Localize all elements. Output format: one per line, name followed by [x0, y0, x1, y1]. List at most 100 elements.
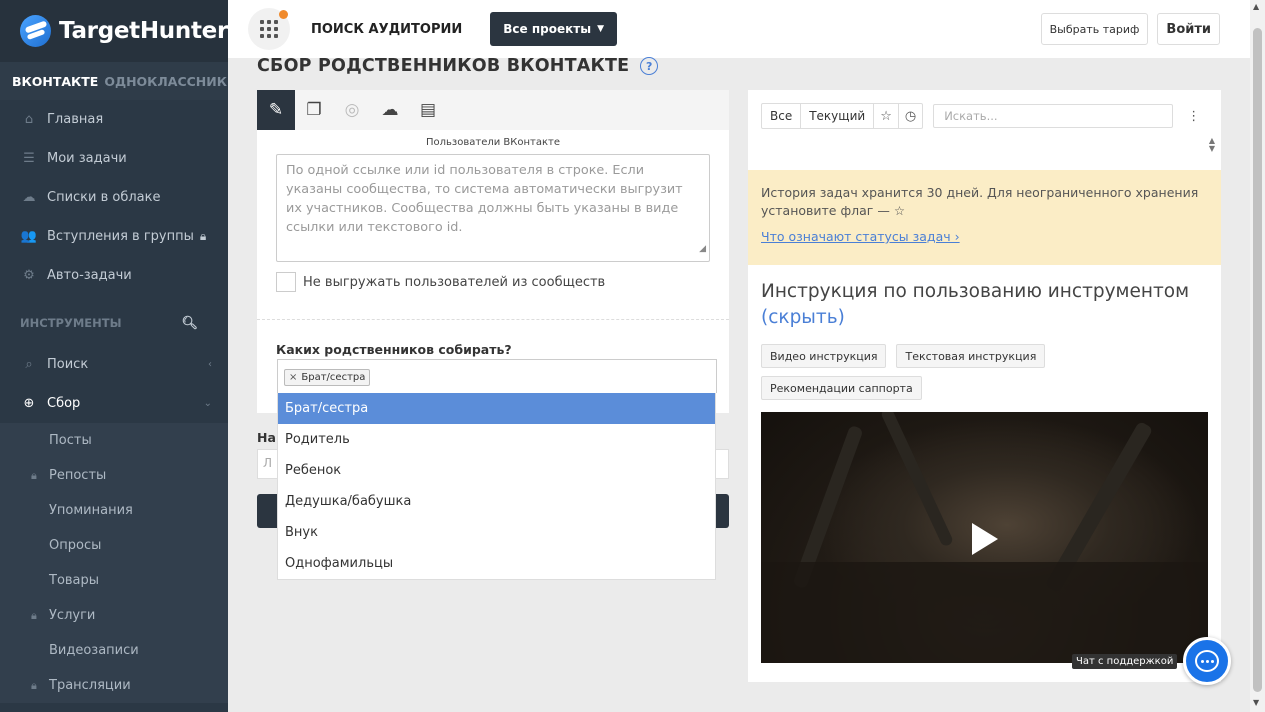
caret-down-icon: ▼ — [597, 24, 604, 34]
zoom-plus-icon: ⊕ — [23, 396, 35, 411]
text-instruction-button[interactable]: Текстовая инструкция — [896, 344, 1046, 368]
selected-tag[interactable]: × Брат/сестра — [284, 369, 371, 386]
submenu-item-label: Видеозаписи — [49, 643, 139, 658]
divider — [257, 319, 729, 320]
submenu-item-services[interactable]: 🔒︎ Услуги — [0, 598, 228, 633]
dropdown-option[interactable]: Однофамильцы — [278, 548, 715, 579]
resize-grip-icon[interactable]: ◢ — [699, 240, 706, 259]
video-instruction-button[interactable]: Видео инструкция — [761, 344, 887, 368]
submenu-item-label: Опросы — [49, 538, 102, 553]
search-icon: ⌕ — [25, 357, 33, 372]
sidebar-item-auto-tasks[interactable]: ⚙ Авто-задачи — [0, 256, 228, 295]
lock-icon: 🔒︎ — [31, 678, 37, 692]
notification-dot — [279, 10, 288, 19]
dropdown-option[interactable]: Дедушка/бабушка — [278, 486, 715, 517]
home-icon: ⌂ — [24, 112, 34, 127]
support-recommendations-button[interactable]: Рекомендации саппорта — [761, 376, 922, 400]
support-chat-button[interactable] — [1183, 637, 1231, 685]
cloud-upload-icon[interactable]: ☁ — [371, 90, 409, 130]
book-icon[interactable]: ▤ — [409, 90, 447, 130]
dropdown-option[interactable]: Ребенок — [278, 455, 715, 486]
star-icon[interactable]: ☆ — [874, 104, 899, 128]
sidebar-item-collect[interactable]: ⊕ Сбор ⌄ — [0, 384, 228, 423]
brand-name: TargetHunter — [59, 18, 228, 44]
scroll-thumb[interactable] — [1253, 28, 1262, 692]
submenu-item-mentions[interactable]: Упоминания — [0, 493, 228, 528]
skip-community-users-checkbox[interactable] — [276, 272, 296, 292]
brand-logo[interactable]: TargetHunter — [0, 0, 228, 62]
tools-section-header: ИНСТРУМЕНТЫ 🔍︎ — [0, 301, 228, 345]
input-mode-toolbar: ✎ ❐ ◎ ☁ ▤ — [257, 90, 729, 130]
projects-dropdown-button[interactable]: Все проекты ▼ — [490, 12, 617, 46]
submenu-item-videos[interactable]: Видеозаписи — [0, 633, 228, 668]
edit-icon[interactable]: ✎ — [257, 90, 295, 130]
clock-icon[interactable]: ◷ — [899, 104, 922, 128]
textarea-placeholder: По одной ссылке или id пользователя в ст… — [286, 163, 683, 235]
users-textarea[interactable]: По одной ссылке или id пользователя в ст… — [276, 154, 710, 262]
apps-button[interactable] — [248, 8, 290, 50]
location-pin-icon[interactable]: ◎ — [333, 90, 371, 130]
dropdown-option[interactable]: Брат/сестра — [278, 393, 715, 424]
sidebar-item-cloud-lists[interactable]: ☁ Списки в облаке — [0, 178, 228, 217]
video-frame-nest — [761, 562, 1208, 663]
filter-all-button[interactable]: Все — [762, 104, 802, 128]
grid-icon — [260, 20, 278, 38]
submenu-item-label: Репосты — [49, 468, 107, 483]
choose-tariff-button[interactable]: Выбрать тариф — [1040, 13, 1149, 45]
submenu-item-label: Товары — [49, 573, 100, 588]
scroll-up-icon[interactable]: ▲ — [1253, 2, 1259, 11]
history-search-input[interactable]: Искать... — [933, 104, 1174, 128]
filter-current-button[interactable]: Текущий — [801, 104, 875, 128]
submenu-item-reposts[interactable]: 🔒︎ Репосты — [0, 458, 228, 493]
scroll-down-icon[interactable]: ▼ — [1253, 698, 1259, 707]
relatives-select[interactable]: × Брат/сестра — [277, 359, 717, 393]
sidebar: TargetHunter ВКОНТАКТЕ ОДНОКЛАССНИКИ ⌂ Г… — [0, 0, 228, 712]
submenu-item-goods[interactable]: Товары — [0, 563, 228, 598]
dropdown-option[interactable]: Внук — [278, 517, 715, 548]
sidebar-item-my-tasks[interactable]: ☰ Мои задачи — [0, 139, 228, 178]
support-chat-label: Чат с поддержкой — [1072, 654, 1178, 669]
page-title-text: СБОР РОДСТВЕННИКОВ ВКОНТАКТЕ — [257, 56, 630, 76]
sidebar-item-search[interactable]: ⌕ Поиск ‹ — [0, 345, 228, 384]
submenu-item-broadcasts[interactable]: 🔒︎ Трансляции — [0, 668, 228, 703]
chevron-down-icon: ⌄ — [203, 398, 212, 409]
instruction-video[interactable] — [761, 412, 1208, 663]
history-notice: История задач хранится 30 дней. Для неог… — [748, 170, 1221, 265]
lock-icon: 🔒︎ — [31, 608, 37, 622]
more-options-icon[interactable]: ⋮ — [1187, 109, 1200, 124]
instruction-buttons: Видео инструкция Текстовая инструкция Ре… — [761, 344, 1061, 400]
chevron-left-icon: ‹ — [208, 359, 212, 370]
selected-tag-label: Брат/сестра — [301, 372, 366, 383]
search-icon[interactable]: 🔍︎ — [181, 316, 198, 331]
play-icon[interactable] — [972, 523, 998, 555]
sidebar-item-home[interactable]: ⌂ Главная — [0, 100, 228, 139]
sidebar-item-label: Списки в облаке — [47, 190, 161, 205]
history-filter-bar: Все Текущий ☆ ◷ Искать... ⋮ — [761, 103, 1221, 129]
sort-arrows-icon[interactable]: ▲ ▼ — [1209, 137, 1215, 153]
task-statuses-link[interactable]: Что означают статусы задач › — [761, 228, 1208, 246]
lock-icon: 🔒︎ — [199, 229, 207, 243]
targethunter-logo-icon — [20, 15, 52, 47]
tools-section-label: ИНСТРУМЕНТЫ — [20, 316, 122, 330]
dropdown-option[interactable]: Родитель — [278, 424, 715, 455]
copy-file-icon[interactable]: ❐ — [295, 90, 333, 130]
page-scrollbar[interactable]: ▲ ▼ — [1250, 0, 1265, 712]
section-title: ПОИСК АУДИТОРИИ — [311, 21, 463, 37]
sidebar-item-label: Авто-задачи — [47, 268, 132, 283]
tab-vkontakte[interactable]: ВКОНТАКТЕ — [12, 74, 98, 89]
sidebar-item-group-joins[interactable]: 👥 Вступления в группы 🔒︎ — [0, 217, 228, 256]
notice-text: История задач хранится 30 дней. Для неог… — [761, 185, 1199, 218]
submenu-item-polls[interactable]: Опросы — [0, 528, 228, 563]
remove-tag-icon[interactable]: × — [289, 372, 297, 383]
help-icon[interactable]: ? — [640, 57, 659, 75]
users-icon: 👥 — [20, 229, 38, 244]
login-button[interactable]: Войти — [1157, 13, 1220, 45]
tab-odnoklassniki[interactable]: ОДНОКЛАССНИКИ — [104, 74, 228, 89]
collect-submenu: Посты 🔒︎ Репосты Упоминания Опросы Товары… — [0, 423, 228, 703]
hide-instructions-link[interactable]: (скрыть) — [761, 307, 845, 328]
chat-icon — [1195, 650, 1219, 672]
skip-community-users-option[interactable]: Не выгружать пользователей из сообществ — [276, 272, 710, 292]
history-filter-group: Все Текущий ☆ ◷ — [761, 103, 924, 129]
submenu-item-posts[interactable]: Посты — [0, 423, 228, 458]
sidebar-item-label: Вступления в группы — [47, 229, 194, 244]
